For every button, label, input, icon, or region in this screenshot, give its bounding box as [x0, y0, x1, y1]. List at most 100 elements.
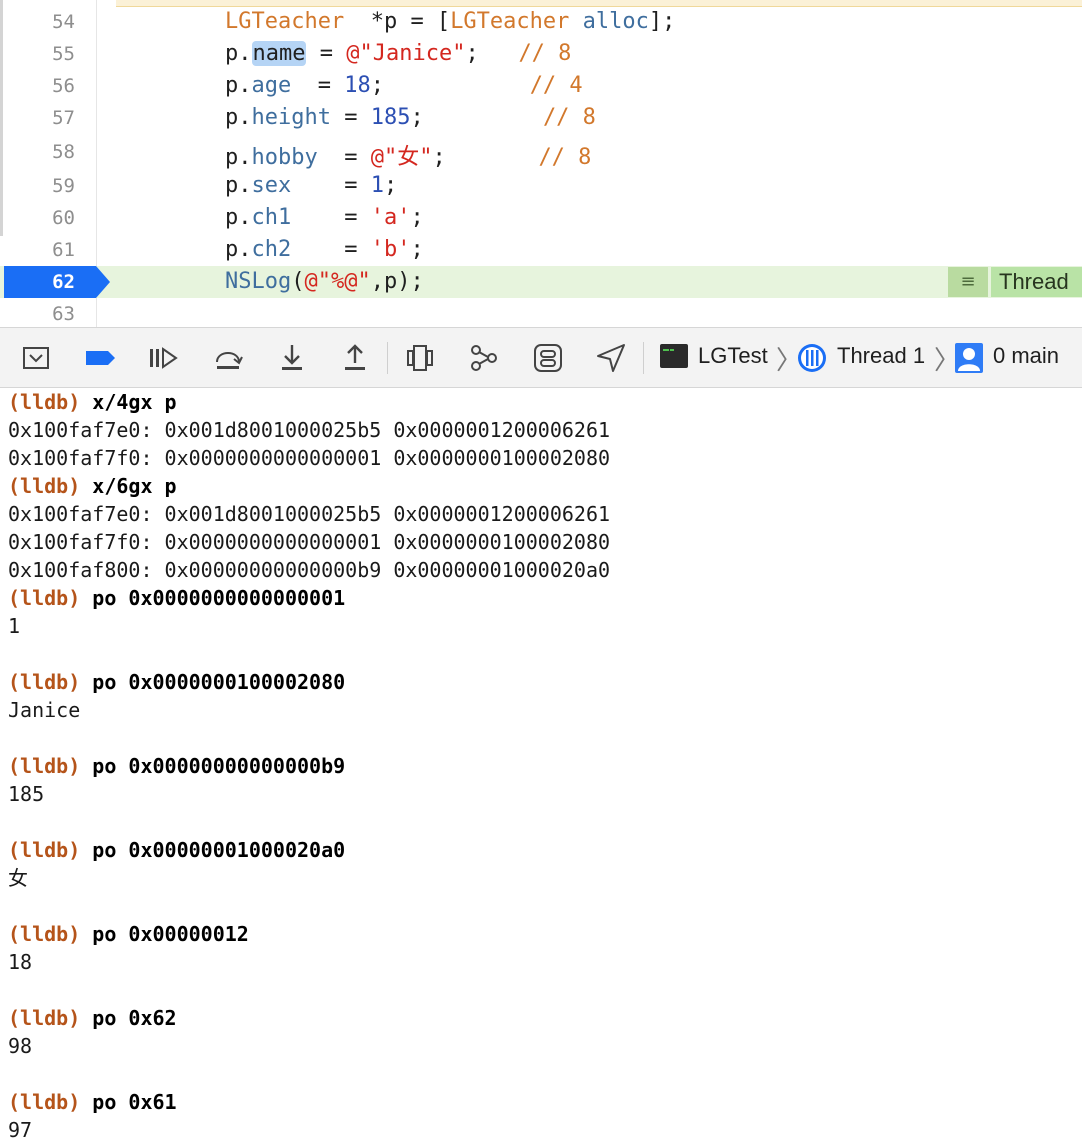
code-token: NSLog [225, 269, 292, 294]
view-hierarchy-icon [407, 345, 433, 371]
code-token: ch1 [251, 205, 292, 230]
code-line[interactable]: 61 p.ch2 = 'b'; [0, 234, 1082, 266]
console-output-line: 98 [8, 1034, 33, 1058]
lldb-command: x/4gx p [92, 390, 177, 414]
code-token: name [251, 41, 307, 66]
source-editor[interactable]: 54 LGTeacher *p = [LGTeacher alloc]; 55 p.n… [0, 0, 1082, 327]
code-token: ; [383, 173, 398, 198]
code-token: = [317, 145, 371, 170]
code-token: ; [410, 105, 543, 130]
code-token: hobby [251, 145, 318, 170]
code-text: p.ch2 = 'b'; [225, 237, 424, 262]
code-token: ; [410, 237, 424, 262]
thread-crumb[interactable]: Thread 1 [837, 343, 925, 369]
code-token: ]; [648, 9, 676, 34]
code-line[interactable]: 55 p.name = @"Janice"; // 8 [0, 38, 1082, 70]
code-token: = [291, 205, 371, 230]
hide-debug-area-button[interactable] [20, 342, 52, 374]
code-text: p.age = 18; // 4 [225, 73, 583, 98]
lldb-prompt: (lldb) [8, 474, 81, 498]
environment-overrides-icon [534, 344, 562, 372]
code-token: p. [225, 173, 252, 198]
lldb-console[interactable]: (lldb) x/4gx p 0x100faf7e0: 0x001d8001000… [0, 388, 1082, 1148]
step-out-button[interactable] [339, 342, 371, 374]
target-button[interactable] [660, 344, 688, 370]
console-output-line: 0x100faf7f0: 0x0000000000000001 0x000000… [8, 530, 611, 554]
code-token: LGTeacher [225, 9, 345, 34]
code-line[interactable]: 60 p.ch1 = 'a'; [0, 202, 1082, 234]
code-token: p. [225, 237, 252, 262]
code-token: @"女" [370, 145, 433, 170]
code-token: = [306, 41, 347, 66]
line-number: 58 [52, 141, 75, 163]
location-arrow-icon [597, 344, 625, 372]
code-text: p.ch1 = 'a'; [225, 205, 424, 230]
code-token: ; [432, 145, 539, 170]
code-token: p. [225, 205, 252, 230]
frame-button[interactable] [955, 343, 983, 373]
simulate-location-button[interactable] [595, 342, 627, 374]
debug-toolbar: LGTest 〉 Thread 1 〉 0 main [0, 327, 1082, 388]
code-token: ; [370, 73, 530, 98]
console-command-line: (lldb) po 0x0000000000000001 [8, 584, 345, 612]
code-token: sex [251, 173, 292, 198]
thread-badge-label[interactable]: Thread [991, 267, 1082, 297]
console-command-line: (lldb) x/6gx p [8, 472, 177, 500]
line-number: 54 [52, 11, 75, 33]
code-token: 'a' [370, 205, 411, 230]
current-code-line[interactable]: 62 NSLog(@"%@",p); [0, 266, 1082, 298]
code-line[interactable]: 54 LGTeacher *p = [LGTeacher alloc]; [0, 6, 1082, 38]
lldb-prompt: (lldb) [8, 1090, 81, 1114]
code-token: = [291, 237, 371, 262]
console-output-line: 女 [8, 866, 28, 890]
step-out-icon [345, 344, 365, 370]
console-output-line: 97 [8, 1118, 33, 1142]
console-command-line: (lldb) x/4gx p [8, 388, 177, 416]
toolbar-divider [387, 342, 388, 374]
toolbar-divider [643, 342, 644, 374]
continue-button[interactable] [147, 342, 179, 374]
code-token: p. [225, 41, 252, 66]
code-token: ; [410, 205, 424, 230]
console-command-line: (lldb) po 0x00000000000000b9 [8, 752, 345, 780]
code-text: p.height = 185; // 8 [225, 105, 596, 130]
console-output-line: 185 [8, 782, 45, 806]
debug-view-hierarchy-button[interactable] [404, 342, 436, 374]
code-token: 18 [344, 73, 371, 98]
debug-memory-graph-button[interactable] [468, 342, 500, 374]
code-token: // 8 [542, 105, 596, 130]
environment-overrides-button[interactable] [532, 342, 564, 374]
code-token: @"Janice" [346, 41, 466, 66]
step-over-button[interactable] [212, 342, 244, 374]
breakpoints-toggle-button[interactable] [84, 342, 116, 374]
code-text: p.name = @"Janice"; // 8 [225, 41, 571, 66]
frame-crumb[interactable]: 0 main [993, 343, 1059, 369]
thread-indicator-badge[interactable]: ≡ Thread [948, 267, 1082, 297]
code-token: ( [291, 269, 305, 294]
code-line[interactable]: 59 p.sex = 1; [0, 170, 1082, 202]
code-line[interactable]: 63 [0, 298, 1082, 327]
thread-button[interactable] [797, 343, 827, 373]
code-line[interactable]: 58 p.hobby = @"女"; // 8 [0, 136, 1082, 171]
code-token: = [291, 73, 345, 98]
lldb-prompt: (lldb) [8, 670, 81, 694]
code-token: 1 [370, 173, 384, 198]
person-frame-icon [955, 343, 983, 373]
code-token: height [251, 105, 331, 130]
code-line[interactable]: 56 p.age = 18; // 4 [0, 70, 1082, 102]
code-token: *p = [ [344, 9, 451, 34]
console-command-line: (lldb) po 0x0000000100002080 [8, 668, 345, 696]
code-line[interactable]: 57 p.height = 185; // 8 [0, 102, 1082, 134]
step-into-button[interactable] [276, 342, 308, 374]
hamburger-icon[interactable]: ≡ [948, 267, 988, 297]
code-text: p.sex = 1; [225, 173, 397, 198]
line-number: 62 [52, 271, 75, 293]
line-number: 59 [52, 175, 75, 197]
lldb-command: po 0x00000000000000b9 [92, 754, 346, 778]
lldb-prompt: (lldb) [8, 922, 81, 946]
target-crumb[interactable]: LGTest [698, 343, 768, 369]
lldb-command: po 0x0000000100002080 [92, 670, 346, 694]
line-number: 61 [52, 239, 75, 261]
console-output-line: 18 [8, 950, 33, 974]
code-text: p.hobby = @"女"; // 8 [225, 139, 591, 171]
